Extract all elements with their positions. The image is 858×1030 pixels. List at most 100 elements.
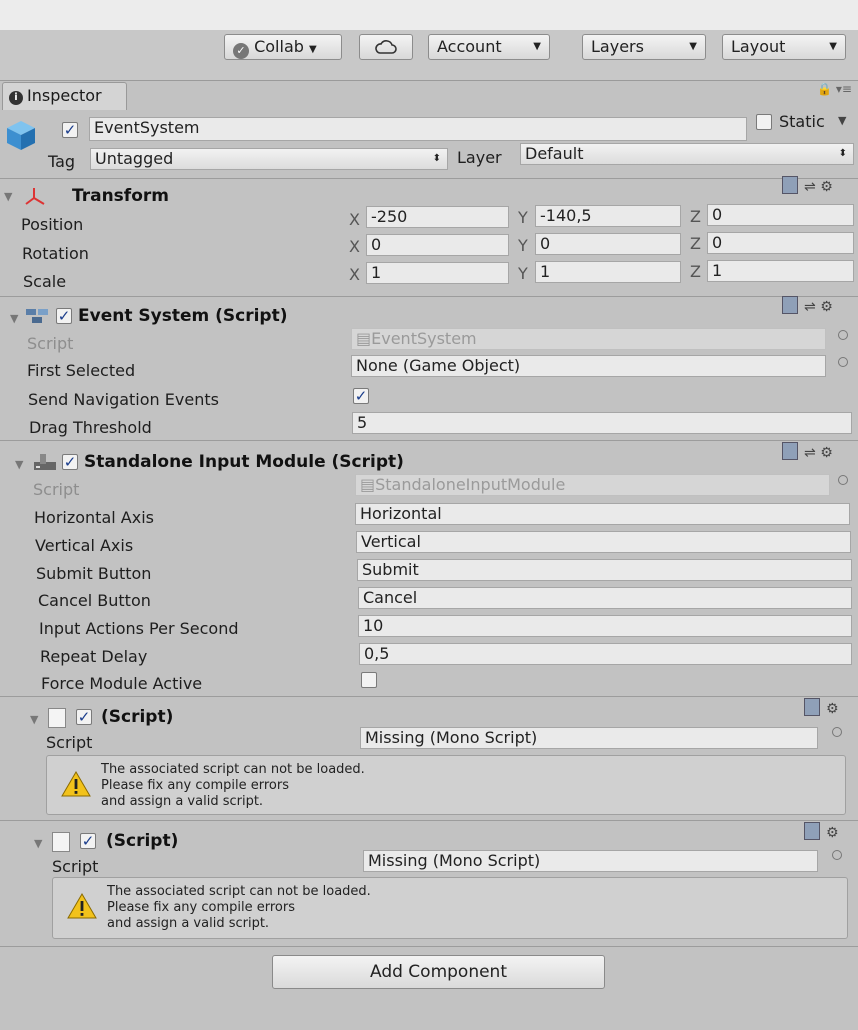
gear-icon[interactable]: ⚙: [826, 825, 839, 841]
drag-threshold-field[interactable]: 5: [352, 412, 852, 434]
gear-icon[interactable]: ⚙: [820, 299, 833, 315]
divider: [0, 696, 858, 697]
warning-icon: [61, 771, 91, 797]
event-system-icon: [26, 309, 48, 323]
add-component-button[interactable]: Add Component: [272, 955, 605, 989]
axis-y-label: Y: [518, 236, 528, 255]
position-x-field[interactable]: -250: [366, 206, 509, 228]
layout-dropdown[interactable]: Layout ▼: [722, 34, 846, 60]
event-system-enabled-checkbox[interactable]: ✓: [56, 308, 72, 324]
missing-script-1-checkbox[interactable]: ✓: [76, 709, 92, 725]
account-label: Account: [437, 37, 502, 56]
missing-script-1-header-icons[interactable]: ⚙: [804, 698, 839, 717]
cloud-icon: [375, 40, 397, 54]
help-book-icon[interactable]: [804, 698, 820, 716]
missing-script-2-field[interactable]: Missing (Mono Script): [363, 850, 818, 872]
toolbar: ✓ Collab ▼ Account ▼ Layers ▼ Layout ▼: [0, 30, 858, 81]
window-top-strip: [0, 0, 858, 30]
gameobject-name-field[interactable]: EventSystem: [89, 117, 747, 141]
foldout-arrow-icon[interactable]: ▼: [34, 837, 42, 850]
script-label: Script: [27, 334, 74, 353]
chevron-down-icon: ▼: [829, 41, 837, 52]
repeat-delay-field[interactable]: 0,5: [359, 643, 852, 665]
foldout-arrow-icon[interactable]: ▼: [10, 312, 18, 325]
missing-script-2-checkbox[interactable]: ✓: [80, 833, 96, 849]
active-checkbox[interactable]: ✓: [62, 122, 78, 138]
scale-y-field[interactable]: 1: [535, 261, 681, 283]
gear-icon[interactable]: ⚙: [826, 701, 839, 717]
divider: [0, 296, 858, 297]
force-module-label: Force Module Active: [41, 674, 203, 693]
first-selected-field[interactable]: None (Game Object): [351, 355, 826, 377]
help-book-icon[interactable]: [804, 822, 820, 840]
foldout-arrow-icon[interactable]: ▼: [4, 190, 12, 203]
force-module-checkbox[interactable]: [361, 672, 377, 688]
send-navigation-checkbox[interactable]: ✓: [353, 388, 369, 404]
help-book-icon[interactable]: [782, 296, 798, 314]
preset-icon[interactable]: ⇌: [804, 179, 816, 195]
layer-dropdown[interactable]: Default ⬍: [520, 143, 854, 165]
collab-check-icon: ✓: [233, 43, 249, 59]
input-module-enabled-checkbox[interactable]: ✓: [62, 454, 78, 470]
foldout-arrow-icon[interactable]: ▼: [30, 713, 38, 726]
static-checkbox[interactable]: [756, 114, 772, 130]
rotation-x-field[interactable]: 0: [366, 234, 509, 256]
missing-script-icon: [52, 832, 70, 852]
input-module-title: Standalone Input Module (Script): [84, 452, 404, 472]
position-z-field[interactable]: 0: [707, 204, 854, 226]
axis-x-label: X: [349, 210, 360, 229]
account-dropdown[interactable]: Account ▼: [428, 34, 550, 60]
help-book-icon[interactable]: [782, 442, 798, 460]
gear-icon[interactable]: ⚙: [820, 179, 833, 195]
missing-script-2-header-icons[interactable]: ⚙: [804, 822, 839, 841]
missing-script-1-field[interactable]: Missing (Mono Script): [360, 727, 818, 749]
event-system-header-icons[interactable]: ⇌ ⚙: [782, 296, 833, 315]
static-dropdown-icon[interactable]: ▼: [838, 114, 846, 127]
position-y-field[interactable]: -140,5: [535, 205, 681, 227]
tab-menu-icon[interactable]: 🔒 ▾≡: [817, 82, 852, 96]
missing-script-1-warning-box: The associated script can not be loaded.…: [46, 755, 846, 815]
transform-title: Transform: [72, 186, 169, 206]
preset-icon[interactable]: ⇌: [804, 299, 816, 315]
tab-row: i Inspector 🔒 ▾≡: [0, 80, 858, 110]
info-icon: i: [9, 91, 23, 105]
transform-icon: [25, 188, 45, 205]
transform-header-icons[interactable]: ⇌ ⚙: [782, 176, 833, 195]
foldout-arrow-icon[interactable]: ▼: [15, 458, 23, 471]
cloud-button[interactable]: [359, 34, 413, 60]
scale-z-field[interactable]: 1: [707, 260, 854, 282]
gear-icon[interactable]: ⚙: [820, 445, 833, 461]
layout-label: Layout: [731, 37, 786, 56]
input-actions-field[interactable]: 10: [358, 615, 852, 637]
rotation-y-field[interactable]: 0: [535, 233, 681, 255]
layers-dropdown[interactable]: Layers ▼: [582, 34, 706, 60]
axis-z-label: Z: [690, 234, 701, 253]
horizontal-axis-field[interactable]: Horizontal: [355, 503, 850, 525]
vertical-axis-field[interactable]: Vertical: [356, 531, 851, 553]
inspector-panel: ✓ EventSystem Static ▼ Tag Untagged ⬍ Lay…: [0, 110, 858, 1030]
first-selected-label: First Selected: [27, 361, 136, 380]
submit-button-field[interactable]: Submit: [357, 559, 852, 581]
updown-arrow-icon: ⬍: [432, 153, 441, 164]
tag-dropdown[interactable]: Untagged ⬍: [90, 148, 448, 170]
script-field: ▤EventSystem: [351, 328, 826, 350]
script-field: ▤StandaloneInputModule: [355, 474, 830, 496]
preset-icon[interactable]: ⇌: [804, 445, 816, 461]
scale-x-field[interactable]: 1: [366, 262, 509, 284]
submit-button-label: Submit Button: [36, 564, 152, 583]
axis-x-label: X: [349, 237, 360, 256]
object-picker-icon[interactable]: [838, 330, 848, 340]
help-book-icon[interactable]: [782, 176, 798, 194]
tab-inspector[interactable]: i Inspector: [2, 82, 127, 110]
object-picker-icon[interactable]: [838, 475, 848, 485]
send-navigation-label: Send Navigation Events: [28, 390, 219, 409]
axis-x-label: X: [349, 265, 360, 284]
cancel-button-field[interactable]: Cancel: [358, 587, 852, 609]
object-picker-icon[interactable]: [832, 727, 842, 737]
object-picker-icon[interactable]: [838, 357, 848, 367]
object-picker-icon[interactable]: [832, 850, 842, 860]
rotation-z-field[interactable]: 0: [707, 232, 854, 254]
input-module-header-icons[interactable]: ⇌ ⚙: [782, 442, 833, 461]
collab-button[interactable]: ✓ Collab ▼: [224, 34, 342, 60]
warning-message: The associated script can not be loaded.…: [107, 884, 371, 931]
